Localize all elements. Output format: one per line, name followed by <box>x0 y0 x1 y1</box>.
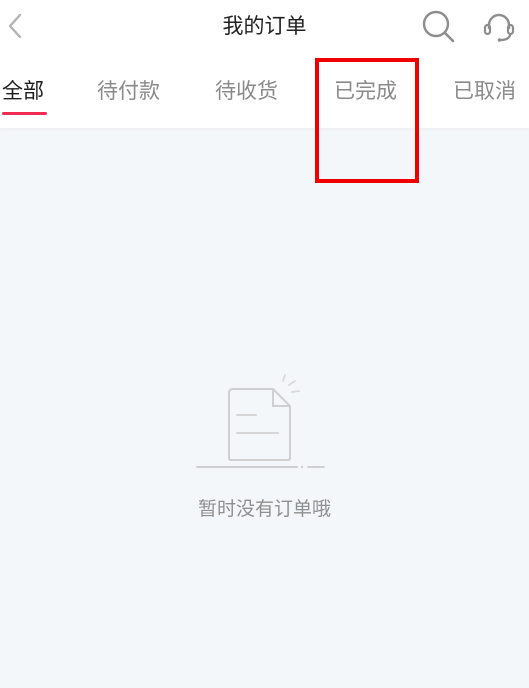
search-button[interactable] <box>420 8 456 44</box>
header: 我的订单 <box>0 0 529 52</box>
back-button[interactable] <box>4 10 28 42</box>
empty-state-text: 暂时没有订单哦 <box>197 498 331 520</box>
headset-icon <box>483 13 515 42</box>
empty-document-icon <box>196 374 325 469</box>
active-tab-indicator <box>2 112 47 115</box>
tab-completed[interactable]: 已完成 <box>334 52 397 128</box>
search-icon <box>422 10 455 43</box>
tab-pending-payment[interactable]: 待付款 <box>97 52 160 128</box>
chevron-left-icon <box>8 13 22 39</box>
tab-cancelled[interactable]: 已取消 <box>453 52 516 128</box>
order-tabs: 全部 待付款 待收货 已完成 已取消 <box>0 52 529 128</box>
tab-pending-delivery[interactable]: 待收货 <box>215 52 278 128</box>
customer-service-button[interactable] <box>480 8 518 44</box>
tab-all[interactable]: 全部 <box>2 52 44 128</box>
